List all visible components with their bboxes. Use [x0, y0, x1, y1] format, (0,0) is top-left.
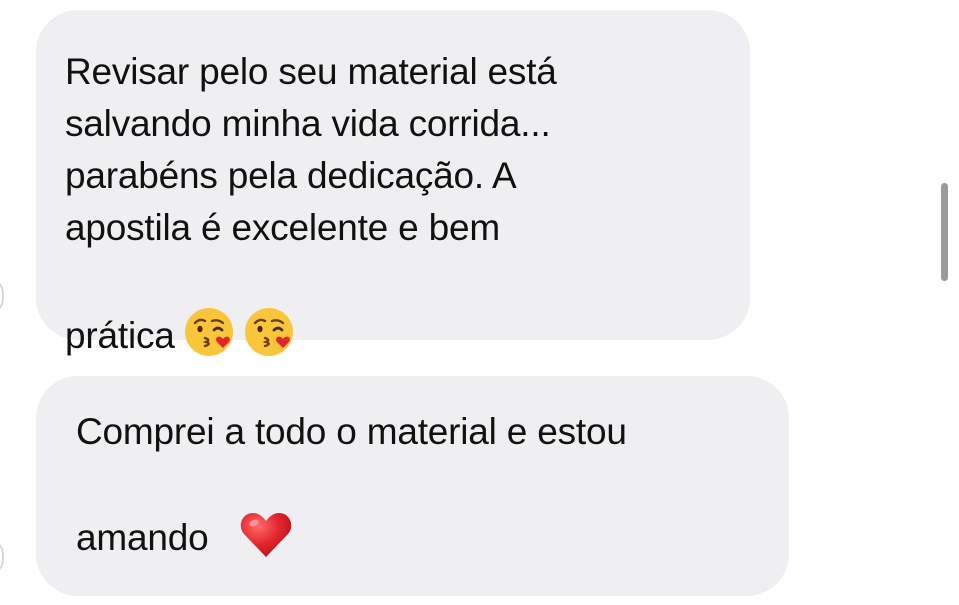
kissing-face-with-heart-icon [183, 254, 235, 372]
chat-screen: Revisar pelo seu material está salvando … [0, 0, 959, 605]
message-bubble[interactable]: Comprei a todo o material e estou amando [36, 376, 789, 596]
message-bubble[interactable]: Revisar pelo seu material está salvando … [36, 10, 750, 356]
kissing-face-with-heart-icon [243, 254, 295, 372]
avatar[interactable] [0, 283, 4, 309]
avatar[interactable] [0, 544, 4, 570]
message-text: Revisar pelo seu material está salvando … [65, 46, 625, 372]
red-heart-icon [239, 458, 293, 574]
scrollbar-thumb[interactable] [941, 183, 948, 281]
message-text: Comprei a todo o material e estou amando [76, 406, 716, 574]
